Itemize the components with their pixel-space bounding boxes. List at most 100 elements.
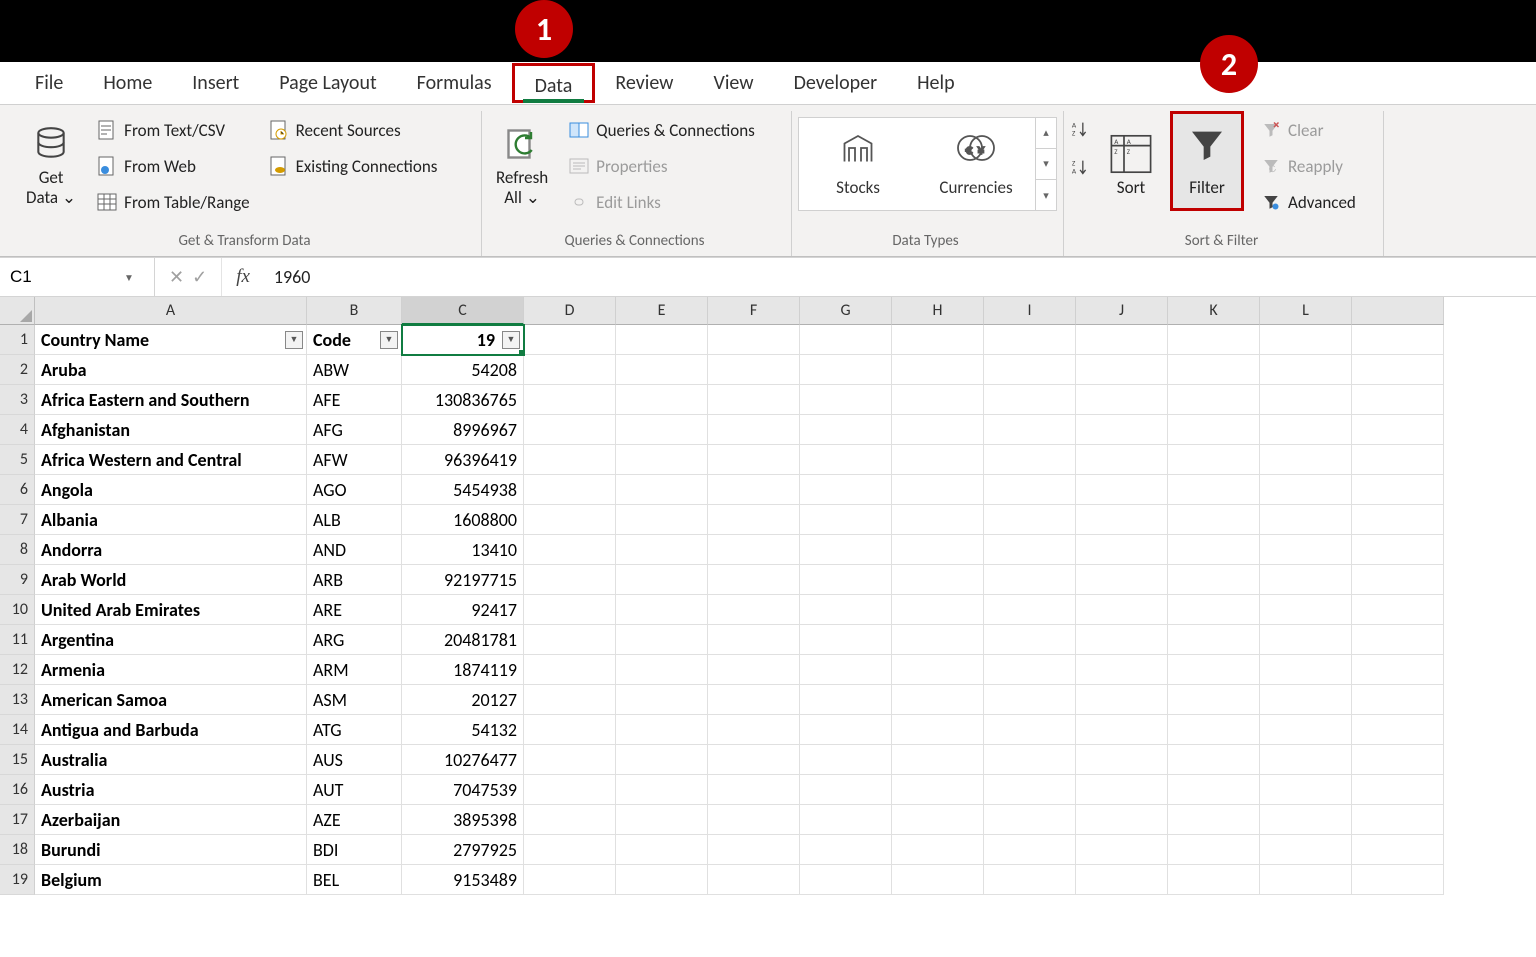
tab-help[interactable]: Help bbox=[897, 63, 975, 103]
cell-blank[interactable] bbox=[1076, 415, 1168, 445]
cell-blank[interactable] bbox=[616, 685, 708, 715]
cell-blank[interactable] bbox=[1168, 625, 1260, 655]
tab-file[interactable]: File bbox=[15, 63, 83, 103]
cell-blank[interactable] bbox=[708, 745, 800, 775]
cell-blank[interactable] bbox=[616, 835, 708, 865]
cell-blank[interactable] bbox=[708, 415, 800, 445]
cell-A12[interactable]: Armenia bbox=[35, 655, 307, 685]
cell-blank[interactable] bbox=[524, 325, 616, 355]
cell-blank[interactable] bbox=[892, 445, 984, 475]
cell-blank[interactable] bbox=[1076, 535, 1168, 565]
filter-dropdown[interactable]: ▼ bbox=[285, 331, 303, 349]
cell-blank[interactable] bbox=[524, 865, 616, 895]
cell-blank[interactable] bbox=[892, 355, 984, 385]
cell-blank[interactable] bbox=[984, 535, 1076, 565]
cell-blank[interactable] bbox=[1076, 715, 1168, 745]
column-header-B[interactable]: B bbox=[307, 297, 402, 325]
sort-asc-icon[interactable]: AZ bbox=[1070, 119, 1092, 141]
cell-blank[interactable] bbox=[892, 715, 984, 745]
cell-blank[interactable] bbox=[708, 775, 800, 805]
cell-B17[interactable]: AZE bbox=[307, 805, 402, 835]
cell-A18[interactable]: Burundi bbox=[35, 835, 307, 865]
column-header-L[interactable]: L bbox=[1260, 297, 1352, 325]
cell-blank[interactable] bbox=[1076, 685, 1168, 715]
cell-blank[interactable] bbox=[1352, 835, 1444, 865]
filter-button[interactable]: Filter bbox=[1170, 111, 1244, 211]
cell-B4[interactable]: AFG bbox=[307, 415, 402, 445]
cell-blank[interactable] bbox=[1260, 355, 1352, 385]
cell-blank[interactable] bbox=[1352, 445, 1444, 475]
cell-A3[interactable]: Africa Eastern and Southern bbox=[35, 385, 307, 415]
cell-blank[interactable] bbox=[1168, 385, 1260, 415]
name-box-input[interactable] bbox=[0, 266, 115, 288]
from-text-csv-button[interactable]: From Text/CSV bbox=[90, 113, 255, 147]
cell-blank[interactable] bbox=[984, 805, 1076, 835]
cell-blank[interactable] bbox=[708, 595, 800, 625]
get-data-button[interactable]: Get Data ⌄ bbox=[18, 111, 84, 221]
cell-blank[interactable] bbox=[1260, 385, 1352, 415]
cell-blank[interactable] bbox=[984, 415, 1076, 445]
cell-blank[interactable] bbox=[800, 475, 892, 505]
cell-blank[interactable] bbox=[1260, 505, 1352, 535]
cell-blank[interactable] bbox=[984, 385, 1076, 415]
row-header-8[interactable]: 8 bbox=[0, 535, 35, 565]
cell-C14[interactable]: 54132 bbox=[402, 715, 524, 745]
cell-blank[interactable] bbox=[616, 865, 708, 895]
cell-C15[interactable]: 10276477 bbox=[402, 745, 524, 775]
cell-blank[interactable] bbox=[1352, 475, 1444, 505]
cell-C8[interactable]: 13410 bbox=[402, 535, 524, 565]
cell-blank[interactable] bbox=[708, 835, 800, 865]
cell-blank[interactable] bbox=[1352, 505, 1444, 535]
cell-blank[interactable] bbox=[1352, 625, 1444, 655]
cell-A19[interactable]: Belgium bbox=[35, 865, 307, 895]
cell-blank[interactable] bbox=[1352, 685, 1444, 715]
cell-blank[interactable] bbox=[1168, 595, 1260, 625]
cell-C16[interactable]: 7047539 bbox=[402, 775, 524, 805]
cell-A5[interactable]: Africa Western and Central bbox=[35, 445, 307, 475]
cell-blank[interactable] bbox=[524, 505, 616, 535]
cell-blank[interactable] bbox=[524, 445, 616, 475]
filter-dropdown[interactable]: ▼ bbox=[502, 331, 520, 349]
cell-blank[interactable] bbox=[1168, 865, 1260, 895]
cell-blank[interactable] bbox=[1260, 415, 1352, 445]
column-header-F[interactable]: F bbox=[708, 297, 800, 325]
row-header-6[interactable]: 6 bbox=[0, 475, 35, 505]
cell-blank[interactable] bbox=[800, 415, 892, 445]
cell-blank[interactable] bbox=[800, 715, 892, 745]
tab-data[interactable]: Data bbox=[512, 63, 596, 103]
cell-blank[interactable] bbox=[524, 685, 616, 715]
cell-B19[interactable]: BEL bbox=[307, 865, 402, 895]
cell-blank[interactable] bbox=[800, 505, 892, 535]
tab-review[interactable]: Review bbox=[595, 63, 693, 103]
cell-blank[interactable] bbox=[1352, 655, 1444, 685]
cell-A9[interactable]: Arab World bbox=[35, 565, 307, 595]
cell-blank[interactable] bbox=[892, 685, 984, 715]
cell-blank[interactable] bbox=[524, 565, 616, 595]
row-header-17[interactable]: 17 bbox=[0, 805, 35, 835]
insert-function-button[interactable]: fx bbox=[222, 266, 264, 288]
cell-B6[interactable]: AGO bbox=[307, 475, 402, 505]
cell-blank[interactable] bbox=[892, 865, 984, 895]
cell-blank[interactable] bbox=[800, 385, 892, 415]
cell-blank[interactable] bbox=[1076, 385, 1168, 415]
row-header-2[interactable]: 2 bbox=[0, 355, 35, 385]
tab-insert[interactable]: Insert bbox=[172, 63, 259, 103]
cell-blank[interactable] bbox=[984, 505, 1076, 535]
cell-A2[interactable]: Aruba bbox=[35, 355, 307, 385]
cell-blank[interactable] bbox=[1076, 355, 1168, 385]
cell-blank[interactable] bbox=[800, 625, 892, 655]
cell-blank[interactable] bbox=[1076, 325, 1168, 355]
cell-blank[interactable] bbox=[1168, 325, 1260, 355]
row-header-5[interactable]: 5 bbox=[0, 445, 35, 475]
cell-blank[interactable] bbox=[616, 805, 708, 835]
cell-blank[interactable] bbox=[800, 325, 892, 355]
cell-blank[interactable] bbox=[984, 655, 1076, 685]
cell-blank[interactable] bbox=[1260, 655, 1352, 685]
cell-blank[interactable] bbox=[1260, 775, 1352, 805]
cell-blank[interactable] bbox=[800, 595, 892, 625]
cell-blank[interactable] bbox=[1168, 355, 1260, 385]
cell-B16[interactable]: AUT bbox=[307, 775, 402, 805]
cell-blank[interactable] bbox=[892, 565, 984, 595]
cell-blank[interactable] bbox=[892, 535, 984, 565]
tab-formulas[interactable]: Formulas bbox=[397, 63, 512, 103]
